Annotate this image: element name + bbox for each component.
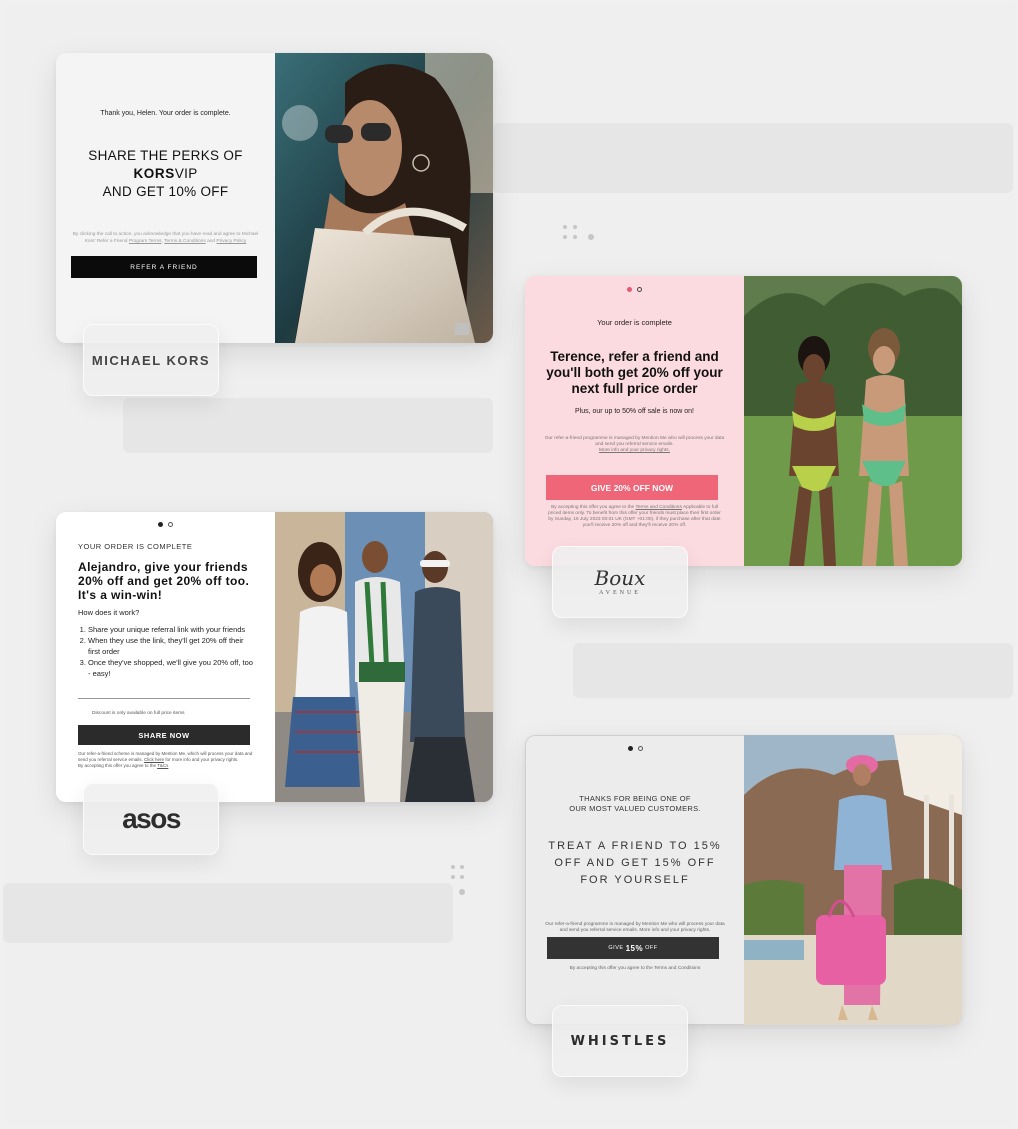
boux-privacy-link[interactable]: More info and your privacy rights. bbox=[599, 448, 670, 453]
pager-dot-active[interactable] bbox=[158, 522, 163, 527]
boux-avenue-logo: Boux AVENUE bbox=[552, 546, 688, 618]
boux-logo-sub: AVENUE bbox=[599, 590, 641, 596]
mk-brand-bold: KORS bbox=[133, 166, 175, 181]
pager-dot[interactable] bbox=[637, 287, 642, 292]
asos-legal-text: Our refer-a-friend scheme is managed by … bbox=[78, 751, 255, 768]
connector-shape bbox=[123, 398, 493, 453]
give-20-off-button[interactable]: GIVE 20% OFF NOW bbox=[546, 475, 718, 500]
mk-brand-rest: VIP bbox=[174, 166, 198, 181]
mk-legal-text: By clicking the call to action, you ackn… bbox=[72, 232, 259, 244]
whistles-thanks-line1: THANKS FOR BEING ONE OF bbox=[579, 794, 691, 803]
pager-dot[interactable] bbox=[168, 522, 173, 527]
whistles-legal-text: Our refer-a-friend programme is managed … bbox=[545, 922, 725, 933]
whistles-pager[interactable] bbox=[544, 746, 726, 751]
asos-logo: asos bbox=[83, 783, 219, 855]
mk-legal-mid: and bbox=[207, 239, 216, 244]
whistles-panel: THANKS FOR BEING ONE OF OUR MOST VALUED … bbox=[525, 735, 744, 1025]
mk-hero-image bbox=[275, 53, 493, 343]
whistles-thanks-text: THANKS FOR BEING ONE OF OUR MOST VALUED … bbox=[544, 794, 726, 814]
asos-legal-accept: By accepting this offer you agree to the bbox=[78, 762, 156, 768]
michael-kors-card: Thank you, Helen. Your order is complete… bbox=[56, 53, 493, 343]
mk-headline-line3: AND GET 10% OFF bbox=[102, 184, 229, 199]
asos-steps-list: Share your unique referral link with you… bbox=[78, 624, 253, 679]
whistles-cta-pre: GIVE bbox=[608, 945, 624, 951]
asos-how-it-works: How does it work? bbox=[78, 608, 140, 617]
connector-shape bbox=[573, 643, 1013, 698]
whistles-terms-text: By accepting this offer you agree to the… bbox=[569, 966, 701, 971]
boux-terms-prefix: By accepting this offer you agree to the bbox=[551, 505, 635, 510]
whistles-hero-image bbox=[744, 735, 962, 1025]
michael-kors-logo: MICHAEL KORS bbox=[83, 324, 219, 396]
asos-legal-mid: for more info and your privacy rights. bbox=[165, 756, 239, 762]
boux-headline: Terence, refer a friend and you'll both … bbox=[546, 349, 723, 396]
whistles-thanks-line2: OUR MOST VALUED CUSTOMERS. bbox=[569, 804, 701, 813]
whistles-logo-text: WHISTLES bbox=[570, 1033, 670, 1049]
share-now-button[interactable]: SHARE NOW bbox=[78, 725, 250, 745]
asos-discount-note: Discount is only available on full price… bbox=[92, 711, 185, 716]
pager-dot-active[interactable] bbox=[627, 746, 633, 751]
mk-headline-line1: SHARE THE PERKS OF bbox=[88, 148, 243, 163]
boux-avenue-card: Your order is complete Terence, refer a … bbox=[525, 276, 962, 566]
boux-logo-script: Boux bbox=[594, 566, 646, 590]
asos-headline: Alejandro, give your friends 20% off and… bbox=[78, 560, 250, 602]
asos-panel: YOUR ORDER IS COMPLETE Alejandro, give y… bbox=[56, 512, 275, 802]
mk-logo-text: MICHAEL KORS bbox=[91, 352, 211, 368]
pager-dot[interactable] bbox=[637, 746, 643, 751]
boux-sale-text: Plus, our up to 50% off sale is now on! bbox=[575, 408, 694, 415]
mk-panel: Thank you, Helen. Your order is complete… bbox=[56, 53, 275, 343]
asos-step: Once they've shopped, we'll give you 20%… bbox=[88, 657, 253, 679]
refer-a-friend-button[interactable]: REFER A FRIEND bbox=[71, 256, 257, 278]
boux-terms-text: By accepting this offer you agree to the… bbox=[545, 505, 724, 529]
whistles-cta-post: OFF bbox=[645, 945, 658, 951]
boux-hero-image bbox=[744, 276, 962, 566]
whistles-headline: TREAT A FRIEND TO 15% OFF AND GET 15% OF… bbox=[548, 840, 722, 886]
asos-pager[interactable] bbox=[78, 522, 253, 527]
asos-order-complete: YOUR ORDER IS COMPLETE bbox=[78, 542, 193, 551]
connector-shape bbox=[493, 123, 1013, 193]
mk-program-terms-link[interactable]: Program Terms bbox=[129, 239, 162, 244]
boux-order-complete: Your order is complete bbox=[597, 318, 672, 327]
asos-tcs-link[interactable]: T&Cs bbox=[157, 763, 168, 768]
connector-shape bbox=[3, 883, 453, 943]
mk-terms-link[interactable]: Terms & Conditions bbox=[164, 239, 206, 244]
asos-hero-image bbox=[275, 512, 493, 802]
boux-terms-link[interactable]: Terms and Conditions bbox=[635, 505, 681, 510]
give-15-off-button[interactable]: GIVE 15% OFF bbox=[547, 937, 719, 959]
asos-card: YOUR ORDER IS COMPLETE Alejandro, give y… bbox=[56, 512, 493, 802]
boux-pager[interactable] bbox=[543, 287, 726, 292]
asos-logo-text: asos bbox=[122, 803, 181, 834]
asos-click-here-link[interactable]: Click here bbox=[144, 757, 164, 762]
whistles-logo: WHISTLES bbox=[552, 1005, 688, 1077]
whistles-card: THANKS FOR BEING ONE OF OUR MOST VALUED … bbox=[525, 735, 962, 1025]
mk-privacy-link[interactable]: Privacy Policy bbox=[216, 239, 246, 244]
whistles-cta-bold: 15% bbox=[625, 943, 644, 953]
asos-divider bbox=[78, 698, 250, 699]
asos-step: When they use the link, they'll get 20% … bbox=[88, 635, 253, 657]
mk-thanks-text: Thank you, Helen. Your order is complete… bbox=[100, 110, 231, 117]
asos-step: Share your unique referral link with you… bbox=[88, 624, 253, 635]
mk-headline-line2: KORSVIP bbox=[71, 165, 260, 183]
boux-panel: Your order is complete Terence, refer a … bbox=[525, 276, 744, 566]
boux-legal-text: Our refer-a-friend programme is managed … bbox=[543, 436, 726, 454]
mk-headline: SHARE THE PERKS OF KORSVIP AND GET 10% O… bbox=[71, 147, 260, 201]
pager-dot-active[interactable] bbox=[627, 287, 632, 292]
boux-legal-body: Our refer-a-friend programme is managed … bbox=[544, 436, 725, 447]
